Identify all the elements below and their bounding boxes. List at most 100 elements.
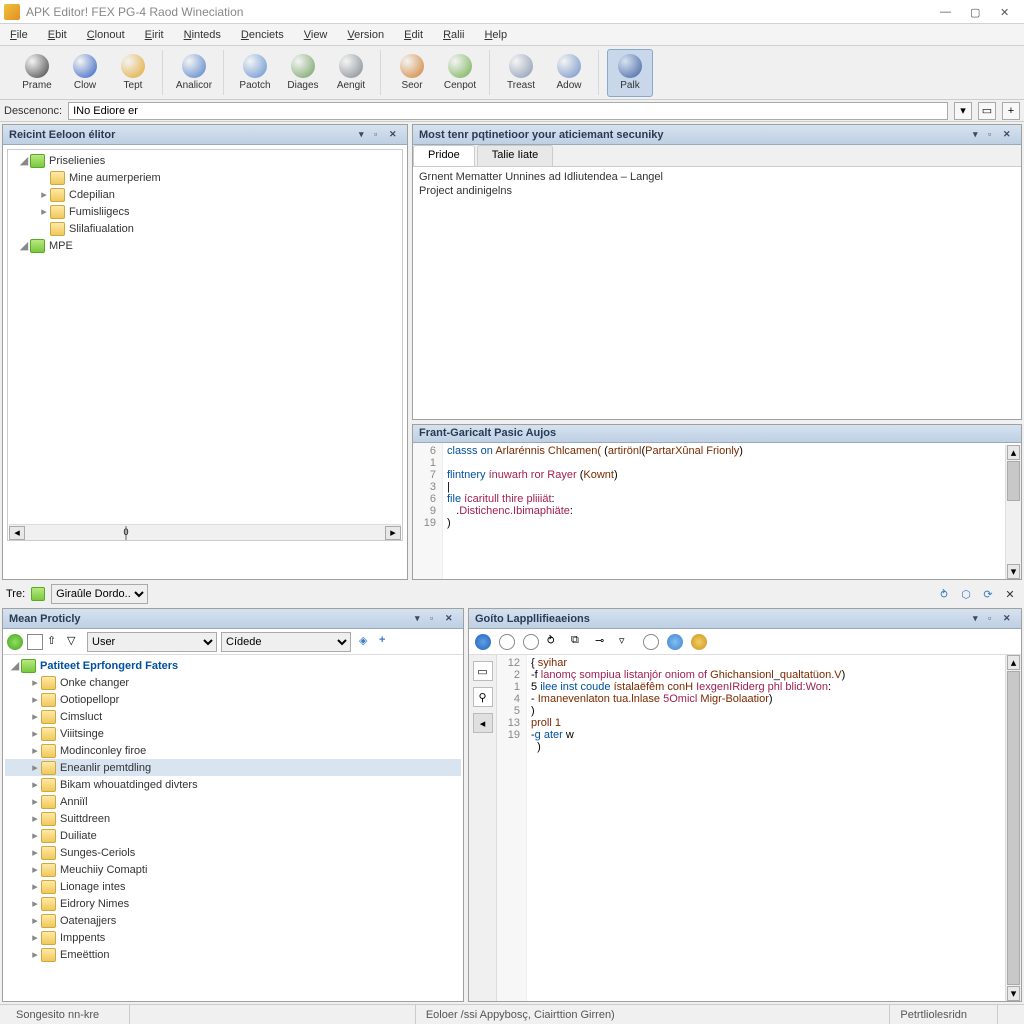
toolbar-clow[interactable]: Clow <box>62 49 108 97</box>
code-editor[interactable]: 61736919 classs on Arlarénnis Chlcamen( … <box>413 443 1021 579</box>
window-icon[interactable] <box>643 634 659 650</box>
network-icon[interactable] <box>667 634 683 650</box>
toolbar-cenpot[interactable]: Cenpot <box>437 49 483 97</box>
chain-icon[interactable]: ⧉ <box>571 634 587 650</box>
tree-node[interactable]: ▸Lionage intes <box>5 878 461 895</box>
link-icon[interactable]: ⥁ <box>547 634 563 650</box>
add-button[interactable]: + <box>1002 102 1020 120</box>
tree-node[interactable]: ▸Cdepilian <box>10 186 400 203</box>
panel-maximize-icon[interactable]: ▫ <box>988 613 1000 625</box>
toolbar-prame[interactable]: Prame <box>14 49 60 97</box>
tree-node[interactable]: ▸Eidrory Nimes <box>5 895 461 912</box>
tree-node[interactable]: ▸Cimsluct <box>5 708 461 725</box>
tree-node[interactable]: ▸Anniïl <box>5 793 461 810</box>
tree-node[interactable]: ▸Ootiopellopr <box>5 691 461 708</box>
panel-close-icon[interactable]: ✕ <box>389 129 401 141</box>
refresh-icon[interactable] <box>7 634 23 650</box>
scroll-thumb[interactable] <box>1007 671 1020 985</box>
copy-icon[interactable] <box>499 634 515 650</box>
gear-icon[interactable] <box>691 634 707 650</box>
tree-node[interactable]: ▸Imppents <box>5 929 461 946</box>
panel-maximize-icon[interactable]: ▫ <box>988 129 1000 141</box>
toolbar-analicor[interactable]: Analicor <box>171 49 217 97</box>
panel-minimize-icon[interactable]: ▾ <box>973 613 985 625</box>
scroll-down-arrow[interactable]: ▾ <box>1007 986 1020 1001</box>
scroll-thumb[interactable] <box>1007 461 1020 501</box>
tree-node[interactable]: ▸Bikam whouatdinged divters <box>5 776 461 793</box>
tree-node[interactable]: ▸Duiliate <box>5 827 461 844</box>
menu-ebit[interactable]: Ebit <box>44 27 71 43</box>
scroll-up-arrow[interactable]: ▴ <box>1007 445 1020 460</box>
tree-node[interactable]: ▸Viiitsinge <box>5 725 461 742</box>
tree-node[interactable]: ▸Suittdreen <box>5 810 461 827</box>
tree-node[interactable]: ◢MPE <box>10 237 400 254</box>
toolbar-treast[interactable]: Treast <box>498 49 544 97</box>
scroll-right-arrow[interactable]: ▸ <box>385 526 401 540</box>
tab-talie iiate[interactable]: Talie Iiate <box>477 145 553 166</box>
refresh-icon[interactable]: ⟳ <box>980 586 996 602</box>
close-icon[interactable]: ✕ <box>1002 586 1018 602</box>
close-button[interactable]: ✕ <box>1000 6 1012 18</box>
panel-close-icon[interactable]: ✕ <box>445 613 457 625</box>
toolbar-paotch[interactable]: Paotch <box>232 49 278 97</box>
tree-node[interactable]: Slilafiualation <box>10 220 400 237</box>
dropdown-button[interactable]: ▾ <box>954 102 972 120</box>
panel-minimize-icon[interactable]: ▾ <box>359 129 371 141</box>
tree-toggle-icon[interactable]: ▸ <box>38 205 50 218</box>
tree-node[interactable]: ▸Modinconley firoe <box>5 742 461 759</box>
filter-icon[interactable]: ▽ <box>67 634 83 650</box>
tree-node[interactable]: ▸Emeëttion <box>5 946 461 963</box>
panel-minimize-icon[interactable]: ▾ <box>973 129 985 141</box>
tree-root[interactable]: ◢Patiteet Eprfongerd Faters <box>5 657 461 674</box>
user-select[interactable]: User <box>87 632 217 652</box>
add-icon[interactable]: + <box>379 634 395 650</box>
scroll-up-arrow[interactable]: ▴ <box>1007 655 1020 670</box>
menu-clonout[interactable]: Clonout <box>83 27 129 43</box>
horizontal-scrollbar[interactable]: ◂ 0 ▸ <box>9 524 401 540</box>
paste-icon[interactable] <box>523 634 539 650</box>
person-icon[interactable]: ⚲ <box>473 687 493 707</box>
minimize-button[interactable]: — <box>940 6 952 18</box>
up-arrow-icon[interactable]: ⇧ <box>47 634 63 650</box>
shield-icon[interactable]: ⬡ <box>958 586 974 602</box>
doc-icon[interactable]: ▭ <box>473 661 493 681</box>
menu-view[interactable]: View <box>300 27 332 43</box>
menu-version[interactable]: Version <box>343 27 388 43</box>
down-icon[interactable]: ▿ <box>619 634 635 650</box>
panel-maximize-icon[interactable]: ▫ <box>430 613 442 625</box>
menu-help[interactable]: Help <box>480 27 511 43</box>
tree-node[interactable]: ▸Fumisliigecs <box>10 203 400 220</box>
tree-node[interactable]: ▸Meuchiiy Comapti <box>5 861 461 878</box>
tab-pridoe[interactable]: Pridoe <box>413 145 475 166</box>
tree-node[interactable]: ▸Onke changer <box>5 674 461 691</box>
description-input[interactable] <box>68 102 948 120</box>
maximize-button[interactable]: ▢ <box>970 6 982 18</box>
menu-ninteds[interactable]: Ninteds <box>180 27 225 43</box>
tree-node[interactable]: ▸Oatenajjers <box>5 912 461 929</box>
goto-editor[interactable]: 1221451319 { syihar-f lanomç sompiua lis… <box>497 655 1021 1001</box>
arrow-left-icon[interactable]: ◂ <box>473 713 493 733</box>
panel-close-icon[interactable]: ✕ <box>1003 613 1015 625</box>
toolbar-adow[interactable]: Adow <box>546 49 592 97</box>
tag-icon[interactable]: ◈ <box>359 634 375 650</box>
key-icon[interactable]: ⊸ <box>595 634 611 650</box>
globe-icon[interactable] <box>475 634 491 650</box>
toolbar-seor[interactable]: Seor <box>389 49 435 97</box>
link-icon[interactable]: ⥁ <box>936 586 952 602</box>
toolbar-palk[interactable]: Palk <box>607 49 653 97</box>
tree-toggle-icon[interactable]: ◢ <box>18 239 30 252</box>
filter-select[interactable]: Cídede <box>221 632 351 652</box>
scroll-down-arrow[interactable]: ▾ <box>1007 564 1020 579</box>
menu-denciets[interactable]: Denciets <box>237 27 288 43</box>
tree-node[interactable]: ▸Eneanlir pemtdling <box>5 759 461 776</box>
menu-edit[interactable]: Edit <box>400 27 427 43</box>
tree-node[interactable]: Mine aumerperiem <box>10 169 400 186</box>
profile-tree[interactable]: ◢Patiteet Eprfongerd Faters▸Onke changer… <box>3 655 463 1001</box>
panel-maximize-icon[interactable]: ▫ <box>374 129 386 141</box>
tree-node[interactable]: ◢Priselienies <box>10 152 400 169</box>
menu-ralii[interactable]: Ralii <box>439 27 468 43</box>
vertical-scrollbar[interactable]: ▴ ▾ <box>1005 445 1021 579</box>
panel-close-icon[interactable]: ✕ <box>1003 129 1015 141</box>
menu-file[interactable]: File <box>6 27 32 43</box>
resize-grip[interactable] <box>997 1005 1018 1024</box>
